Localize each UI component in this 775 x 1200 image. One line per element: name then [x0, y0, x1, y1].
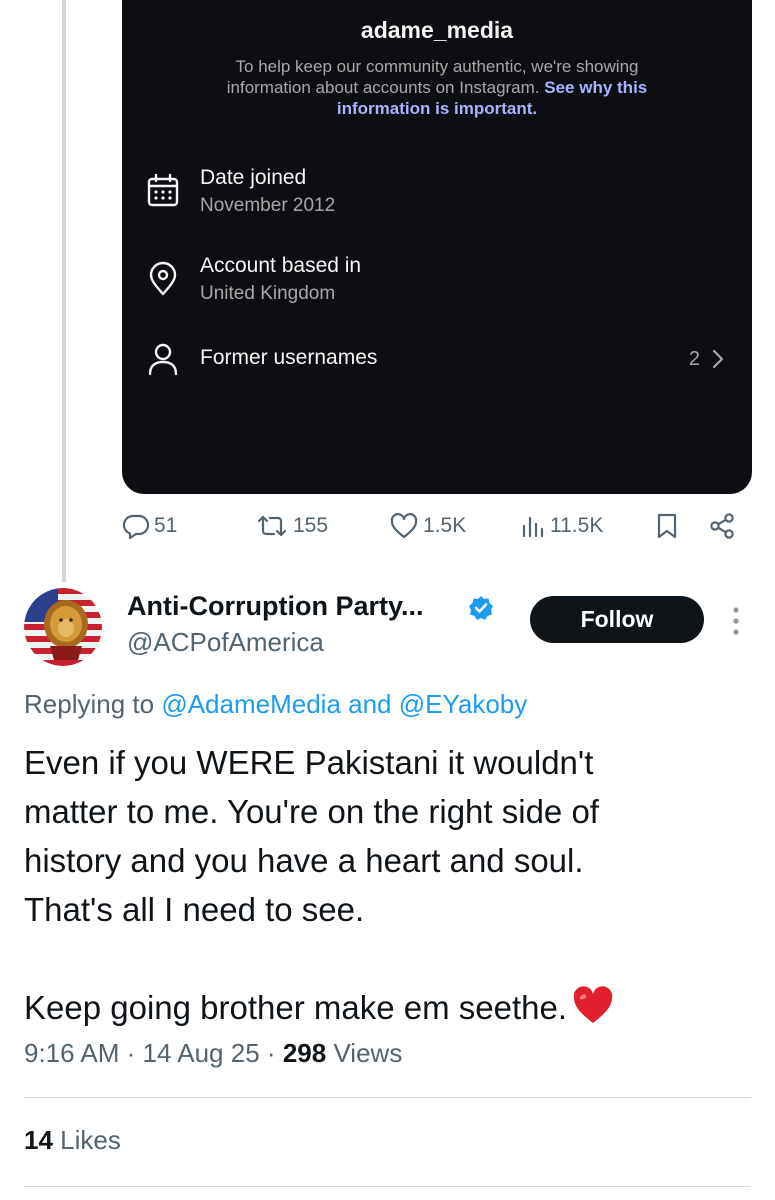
- tweet-text-line: That's all I need to see.: [24, 891, 365, 928]
- replying-to-prefix: Replying to: [24, 689, 155, 719]
- parent-tweet-action-bar: 51 155 1.5K 11.5K: [0, 512, 775, 548]
- ig-row-value: United Kingdom: [200, 283, 336, 304]
- divider: [24, 1097, 751, 1098]
- tweet-text-line: history and you have a heart and soul.: [24, 842, 584, 879]
- person-icon: [148, 343, 178, 376]
- bookmark-icon: [657, 513, 677, 539]
- tweet-time[interactable]: 9:16 AM: [24, 1038, 119, 1068]
- likes-label: Likes: [60, 1125, 121, 1155]
- tweet-text-line: Even if you WERE Pakistani it wouldn't: [24, 744, 594, 781]
- like-count: 1.5K: [423, 514, 467, 537]
- tweet-views-label: Views: [333, 1038, 403, 1068]
- verified-badge-icon: [469, 596, 493, 620]
- reply-icon: [122, 514, 150, 540]
- instagram-about-account-card: adame_media To help keep our community a…: [122, 0, 752, 494]
- likes-stat[interactable]: 14 Likes: [24, 1125, 121, 1156]
- tweet-text-last-line: Keep going brother make em seethe.: [24, 983, 744, 1032]
- share-button[interactable]: [708, 512, 736, 540]
- ig-notice: To help keep our community authentic, we…: [192, 56, 682, 119]
- reply-button[interactable]: 51: [122, 512, 177, 540]
- ig-former-usernames-count: 2: [688, 348, 700, 370]
- ig-username: adame_media: [360, 17, 514, 43]
- meta-separator: ·: [126, 1038, 136, 1068]
- heart-outline-icon: [390, 513, 418, 539]
- ig-row-title: Date joined: [200, 166, 307, 189]
- repost-count: 155: [293, 514, 329, 537]
- display-name[interactable]: Anti-Corruption Party...: [127, 591, 424, 622]
- thread-connector-line: [62, 0, 66, 582]
- repost-button[interactable]: 155: [255, 512, 328, 540]
- bookmark-button[interactable]: [655, 512, 679, 540]
- divider: [24, 1186, 751, 1187]
- acp-lion-logo: [24, 588, 102, 666]
- share-icon: [710, 513, 734, 539]
- likes-count: 14: [24, 1125, 53, 1155]
- views-count: 11.5K: [550, 514, 604, 537]
- red-heart-emoji-icon: [573, 986, 613, 1023]
- meta-separator: ·: [266, 1038, 276, 1068]
- tweet-meta: 9:16 AM · 14 Aug 25 · 298 Views: [24, 1038, 402, 1069]
- ig-row-title: Former usernames: [200, 346, 378, 369]
- user-handle[interactable]: @ACPofAmerica: [127, 627, 324, 658]
- like-button[interactable]: 1.5K: [389, 512, 466, 540]
- chevron-right-icon: [712, 349, 724, 369]
- more-options-icon[interactable]: [727, 604, 745, 638]
- repost-icon: [257, 515, 287, 537]
- follow-button[interactable]: Follow: [530, 596, 704, 643]
- views-bar-chart-icon: [522, 516, 544, 538]
- tweet-text-line: Keep going brother make em seethe.: [24, 989, 568, 1026]
- calendar-icon: [147, 173, 179, 207]
- tweet-views-count: 298: [282, 1038, 327, 1068]
- views-button[interactable]: 11.5K: [520, 512, 603, 540]
- tweet-date[interactable]: 14 Aug 25: [143, 1038, 260, 1068]
- tweet-text-line: matter to me. You're on the right side o…: [24, 793, 599, 830]
- replying-to-line: Replying to @AdameMedia and @EYakoby: [24, 689, 527, 720]
- ig-row-value: November 2012: [200, 195, 336, 216]
- tweet-body: Even if you WERE Pakistani it wouldn't m…: [24, 738, 744, 1032]
- replying-to-mentions[interactable]: @AdameMedia and @EYakoby: [161, 689, 527, 719]
- location-pin-icon: [149, 261, 177, 296]
- avatar[interactable]: [24, 588, 102, 666]
- ig-row-title: Account based in: [200, 254, 362, 277]
- reply-count: 51: [154, 514, 178, 537]
